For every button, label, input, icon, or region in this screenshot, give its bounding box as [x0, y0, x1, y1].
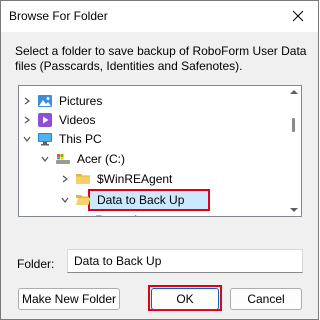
tree-item-label: gadgets: [117, 213, 160, 216]
dialog-title: Browse For Folder: [9, 9, 108, 23]
tree-item-label: Acer (C:): [77, 152, 125, 166]
title-bar: Browse For Folder: [1, 1, 318, 32]
tree-scrollbar[interactable]: [286, 86, 301, 216]
folder-input[interactable]: [67, 249, 303, 273]
tree-item-data-to-back-up[interactable]: Data to Back Up: [57, 190, 184, 210]
tree-item-acer-c[interactable]: Acer (C:): [37, 149, 125, 169]
cancel-button[interactable]: Cancel: [230, 288, 302, 310]
chevron-down-icon[interactable]: [21, 129, 33, 149]
tree-item-label: Data to Back Up: [97, 193, 185, 207]
scroll-thumb[interactable]: [292, 118, 295, 132]
tree-item-label: This PC: [59, 132, 102, 146]
chevron-down-icon[interactable]: [39, 149, 51, 169]
tree-item-label: Pictures: [59, 94, 103, 108]
tree-item-gadgets[interactable]: gadgets: [77, 210, 160, 216]
folder-tree[interactable]: Pictures Videos This PC Acer (C:) $WinRE…: [18, 85, 302, 217]
instruction-text: Select a folder to save backup of RoboFo…: [15, 44, 307, 73]
folder-icon: [95, 212, 111, 216]
make-new-folder-button[interactable]: Make New Folder: [18, 288, 120, 310]
drive-icon: [55, 151, 71, 167]
tree-item-label: Videos: [59, 113, 96, 127]
tree-item-pictures[interactable]: Pictures: [19, 91, 102, 111]
scroll-down-arrow-icon[interactable]: [290, 208, 298, 212]
folder-icon: [75, 171, 91, 187]
chevron-right-icon[interactable]: [21, 110, 33, 130]
scroll-up-arrow-icon[interactable]: [290, 90, 298, 94]
chevron-right-icon[interactable]: [59, 169, 71, 189]
open-folder-icon: [75, 192, 91, 208]
chevron-down-icon[interactable]: [59, 190, 71, 210]
folder-field-label: Folder:: [17, 257, 55, 271]
pictures-folder-icon: [37, 93, 53, 109]
tree-item-winreagent[interactable]: $WinREAgent: [57, 169, 172, 189]
chevron-right-icon[interactable]: [21, 91, 33, 111]
videos-folder-icon: [37, 112, 53, 128]
computer-icon: [37, 131, 53, 147]
tree-item-this-pc[interactable]: This PC: [19, 129, 102, 149]
tree-item-videos[interactable]: Videos: [19, 110, 95, 130]
close-icon: [292, 10, 304, 22]
tree-item-label: $WinREAgent: [97, 172, 173, 186]
ok-button[interactable]: OK: [151, 288, 219, 310]
browse-for-folder-dialog: Browse For Folder Select a folder to sav…: [0, 0, 319, 320]
close-button[interactable]: [278, 1, 318, 31]
